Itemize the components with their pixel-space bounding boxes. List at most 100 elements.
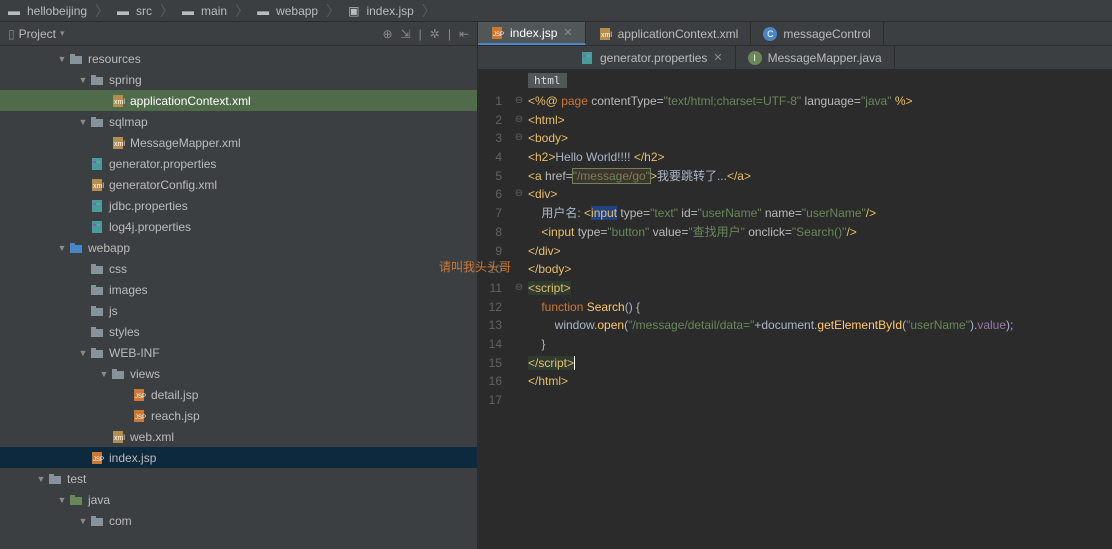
code-line[interactable]: <h2>Hello World!!!! </h2> [528,148,1112,167]
expand-arrow-icon[interactable] [77,117,89,127]
fold-marker[interactable]: ⊖ [510,279,528,298]
code-line[interactable]: function Search() { [528,298,1112,317]
expand-arrow-icon[interactable] [98,369,110,379]
fold-marker[interactable]: ⊖ [510,92,528,111]
bc-item[interactable]: ▬webapp [253,4,322,18]
code-line[interactable]: window.open("/message/detail/data="+docu… [528,316,1112,335]
line-number[interactable]: 1 [478,92,502,111]
bc-item[interactable]: ▣index.jsp [344,4,418,18]
fold-marker[interactable] [510,223,528,242]
code-line[interactable]: </body> [528,260,1112,279]
line-gutter[interactable]: 1234567891011121314151617 [478,90,510,549]
code-line[interactable]: <input type="button" value="查找用户" onclic… [528,223,1112,242]
tree-item[interactable]: webapp [0,237,477,258]
fold-column[interactable]: ⊖⊖⊖⊖⊖ [510,90,528,549]
line-number[interactable]: 2 [478,111,502,130]
tree-item[interactable]: WEB-INF [0,342,477,363]
tree-item[interactable]: test [0,468,477,489]
code-line[interactable]: } [528,335,1112,354]
fold-marker[interactable] [510,298,528,317]
code-line[interactable] [528,391,1112,410]
line-number[interactable]: 15 [478,354,502,373]
close-icon[interactable]: ✕ [713,51,722,64]
tree-item[interactable]: xmlweb.xml [0,426,477,447]
code-line[interactable]: <%@ page contentType="text/html;charset=… [528,92,1112,111]
tree-item[interactable]: css [0,258,477,279]
bc-item[interactable]: ▬main [178,4,231,18]
editor-tab[interactable]: IMessageMapper.java [736,46,895,69]
fold-marker[interactable] [510,372,528,391]
tree-item[interactable]: images [0,279,477,300]
fold-marker[interactable] [510,391,528,410]
close-icon[interactable]: ✕ [563,26,572,39]
line-number[interactable]: 3 [478,129,502,148]
tree-item[interactable]: resources [0,48,477,69]
tree-item[interactable]: xmlapplicationContext.xml [0,90,477,111]
code-content[interactable]: <%@ page contentType="text/html;charset=… [528,90,1112,549]
expand-arrow-icon[interactable] [56,243,68,253]
fold-marker[interactable] [510,204,528,223]
collapse-icon[interactable]: ⇲ [401,27,411,41]
html-tag-nav[interactable]: html [528,73,567,88]
line-number[interactable]: 11 [478,279,502,298]
bc-item[interactable]: ▬src [113,4,156,18]
code-line[interactable]: <a href="/message/go">我要跳转了...</a> [528,167,1112,186]
tree-item[interactable]: xmlgeneratorConfig.xml [0,174,477,195]
editor-tab[interactable]: generator.properties✕ [568,46,736,69]
fold-marker[interactable] [510,260,528,279]
hide-icon[interactable]: ⇤ [459,27,469,41]
fold-marker[interactable] [510,242,528,261]
expand-arrow-icon[interactable] [56,54,68,64]
code-line[interactable]: </script> [528,354,1112,373]
line-number[interactable]: 4 [478,148,502,167]
line-number[interactable]: 12 [478,298,502,317]
tree-item[interactable]: JSPdetail.jsp [0,384,477,405]
editor-tab[interactable]: CmessageControl [751,22,883,45]
editor-tab[interactable]: xmlapplicationContext.xml [586,22,752,45]
line-number[interactable]: 13 [478,316,502,335]
line-number[interactable]: 8 [478,223,502,242]
line-number[interactable]: 17 [478,391,502,410]
locate-icon[interactable]: ⊕ [383,27,393,41]
tree-item[interactable]: com [0,510,477,531]
tree-item[interactable]: generator.properties [0,153,477,174]
fold-marker[interactable]: ⊖ [510,111,528,130]
editor-tab[interactable]: JSPindex.jsp✕ [478,22,586,45]
code-line[interactable]: </div> [528,242,1112,261]
line-number[interactable]: 16 [478,372,502,391]
fold-marker[interactable] [510,316,528,335]
dropdown-icon[interactable]: ▾ [60,28,65,39]
tree-item[interactable]: styles [0,321,477,342]
line-number[interactable]: 7 [478,204,502,223]
bc-item[interactable]: ▬hellobeijing [4,4,91,18]
line-number[interactable]: 6 [478,185,502,204]
tree-item[interactable]: sqlmap [0,111,477,132]
tree-item[interactable]: spring [0,69,477,90]
expand-arrow-icon[interactable] [56,495,68,505]
line-number[interactable]: 5 [478,167,502,186]
fold-marker[interactable] [510,354,528,373]
code-line[interactable]: <body> [528,129,1112,148]
fold-marker[interactable] [510,148,528,167]
tree-item[interactable]: log4j.properties [0,216,477,237]
tree-item[interactable]: JSPindex.jsp [0,447,477,468]
fold-marker[interactable] [510,167,528,186]
fold-marker[interactable]: ⊖ [510,185,528,204]
tree-item[interactable]: jdbc.properties [0,195,477,216]
expand-arrow-icon[interactable] [77,75,89,85]
line-number[interactable]: 14 [478,335,502,354]
code-line[interactable]: 用户名: <input type="text" id="userName" na… [528,204,1112,223]
code-line[interactable]: <script> [528,279,1112,298]
tree-item[interactable]: js [0,300,477,321]
code-line[interactable]: </html> [528,372,1112,391]
expand-arrow-icon[interactable] [77,516,89,526]
project-tree[interactable]: resourcesspringxmlapplicationContext.xml… [0,46,477,549]
tree-item[interactable]: java [0,489,477,510]
gear-icon[interactable]: ✲ [430,27,440,41]
expand-arrow-icon[interactable] [77,348,89,358]
tree-item[interactable]: views [0,363,477,384]
tree-item[interactable]: xmlMessageMapper.xml [0,132,477,153]
expand-arrow-icon[interactable] [35,474,47,484]
tree-item[interactable]: JSPreach.jsp [0,405,477,426]
code-line[interactable]: <div> [528,185,1112,204]
